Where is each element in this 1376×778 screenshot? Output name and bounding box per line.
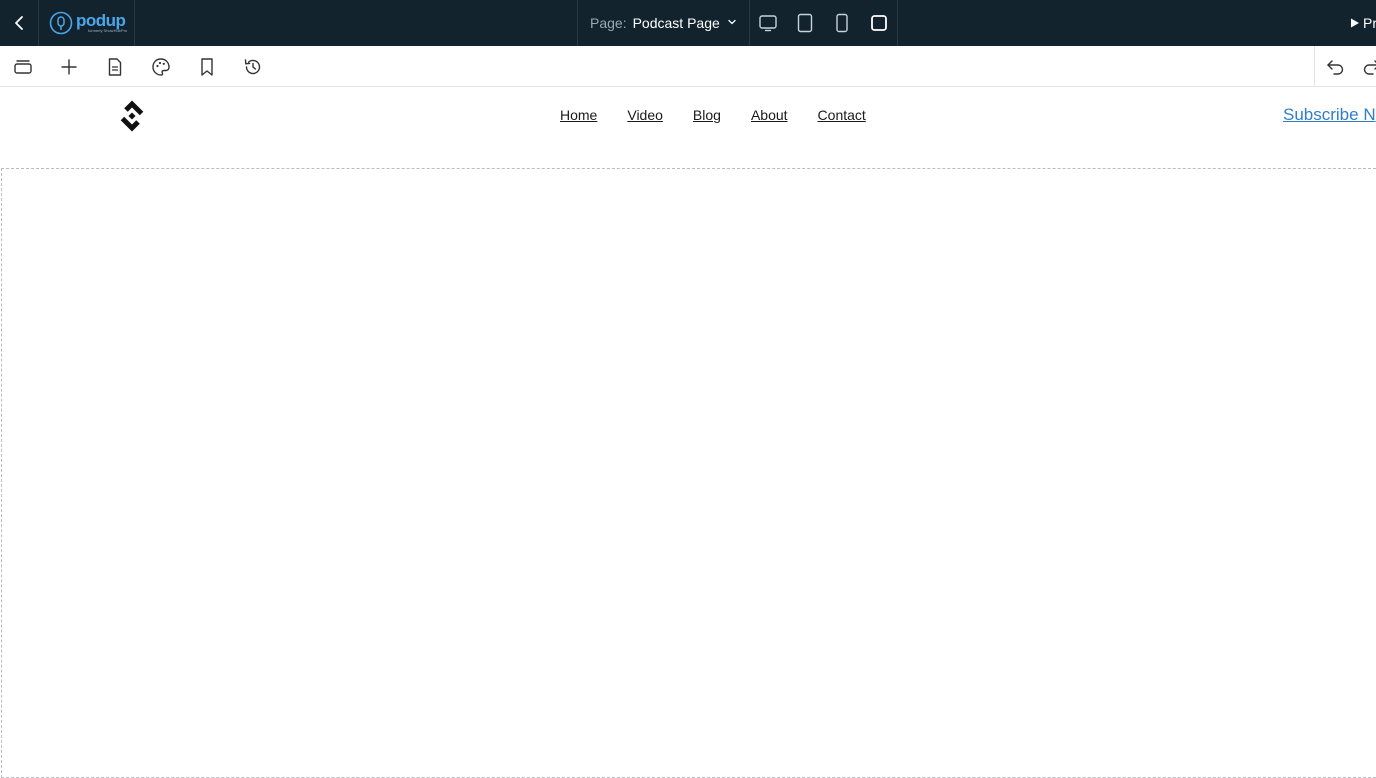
editor-topbar: podup formerly ShowHubPro Page: Podcast … bbox=[0, 0, 1376, 46]
site-logo-icon[interactable] bbox=[112, 96, 152, 136]
fullscreen-icon bbox=[870, 15, 887, 31]
device-desktop-button[interactable] bbox=[750, 0, 787, 46]
chevron-down-icon bbox=[728, 19, 736, 25]
nav-link-home[interactable]: Home bbox=[560, 107, 597, 123]
nav-link-blog[interactable]: Blog bbox=[693, 107, 721, 123]
editor-toolbar bbox=[0, 46, 1376, 87]
preview-button[interactable]: Pr bbox=[1350, 0, 1376, 46]
preview-label: Pr bbox=[1363, 15, 1376, 31]
site-header[interactable]: Home Video Blog About Contact Subscribe … bbox=[0, 87, 1376, 168]
page-prefix-label: Page: bbox=[590, 15, 627, 31]
version-history-button[interactable] bbox=[240, 54, 266, 80]
page-icon bbox=[108, 58, 122, 76]
theme-button[interactable] bbox=[148, 54, 174, 80]
subscribe-link[interactable]: Subscribe N bbox=[1283, 105, 1376, 125]
nav-link-video[interactable]: Video bbox=[627, 107, 663, 123]
bookmark-icon bbox=[201, 58, 213, 76]
empty-section-drop-zone[interactable] bbox=[1, 168, 1376, 778]
tablet-icon bbox=[797, 13, 813, 33]
chevron-left-icon bbox=[15, 16, 23, 30]
saved-sections-button[interactable] bbox=[194, 54, 220, 80]
undo-redo-group bbox=[1314, 46, 1376, 86]
pages-button[interactable] bbox=[102, 54, 128, 80]
add-icon bbox=[61, 59, 77, 75]
back-button[interactable] bbox=[0, 0, 39, 46]
layers-button[interactable] bbox=[10, 54, 36, 80]
podcast-mic-icon bbox=[49, 11, 73, 35]
brand-logo[interactable]: podup formerly ShowHubPro bbox=[39, 0, 135, 46]
palette-icon bbox=[152, 58, 170, 76]
mobile-icon bbox=[836, 13, 848, 33]
history-icon bbox=[244, 59, 261, 75]
desktop-icon bbox=[759, 15, 778, 32]
device-mobile-button[interactable] bbox=[824, 0, 861, 46]
device-switcher bbox=[750, 0, 898, 46]
layers-icon bbox=[14, 60, 32, 74]
redo-button[interactable] bbox=[1359, 54, 1376, 80]
page-selector[interactable]: Page: Podcast Page bbox=[577, 0, 750, 46]
brand-subtitle: formerly ShowHubPro bbox=[88, 27, 128, 33]
add-element-button[interactable] bbox=[56, 54, 82, 80]
nav-link-contact[interactable]: Contact bbox=[818, 107, 866, 123]
device-tablet-button[interactable] bbox=[787, 0, 824, 46]
play-icon bbox=[1351, 18, 1359, 28]
site-nav: Home Video Blog About Contact bbox=[560, 107, 896, 123]
editor-canvas[interactable]: Home Video Blog About Contact Subscribe … bbox=[0, 87, 1376, 778]
redo-icon bbox=[1363, 60, 1376, 75]
brand-name: podup bbox=[76, 10, 126, 30]
current-page-name: Podcast Page bbox=[632, 15, 720, 31]
device-fullscreen-button[interactable] bbox=[860, 0, 897, 46]
nav-link-about[interactable]: About bbox=[751, 107, 788, 123]
undo-icon bbox=[1327, 60, 1344, 75]
undo-button[interactable] bbox=[1322, 54, 1348, 80]
